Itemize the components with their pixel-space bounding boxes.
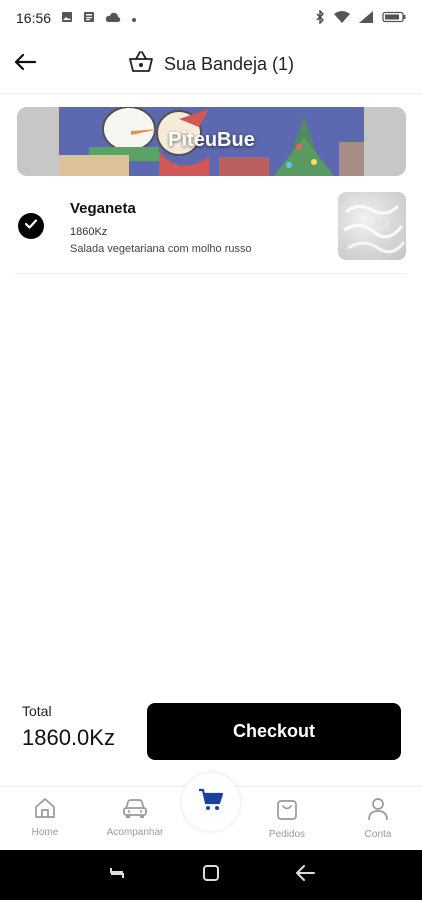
signal-icon xyxy=(359,10,373,26)
user-icon xyxy=(367,797,389,826)
item-checkbox[interactable] xyxy=(18,213,44,239)
basket-icon xyxy=(128,50,154,79)
nav-label-acompanhar: Acompanhar xyxy=(106,827,164,838)
wifi-icon xyxy=(334,10,350,26)
battery-icon xyxy=(382,10,406,26)
home-icon xyxy=(33,797,57,824)
cart-icon xyxy=(198,788,224,817)
restaurant-name: PiteuBue xyxy=(168,129,255,151)
header-title-group: Sua Bandeja (1) xyxy=(128,50,294,79)
arrow-left-icon xyxy=(14,53,37,76)
nav-label-conta: Conta xyxy=(364,829,392,840)
checkout-button[interactable]: Checkout xyxy=(147,703,401,760)
nav-item-conta[interactable]: Conta xyxy=(336,797,420,840)
nav-label-pedidos: Pedidos xyxy=(268,829,306,840)
home-system-button[interactable] xyxy=(196,860,226,890)
recents-button[interactable] xyxy=(102,860,132,890)
item-price: 1860Kz xyxy=(70,226,108,238)
cloud-icon xyxy=(105,10,121,26)
page-title: Sua Bandeja (1) xyxy=(163,54,295,74)
system-navigation-bar xyxy=(0,850,422,900)
total-value: 1860.0Kz xyxy=(22,725,115,750)
item-image xyxy=(338,192,406,260)
car-icon xyxy=(122,797,148,824)
back-arrow-icon xyxy=(295,864,315,887)
restaurant-banner[interactable]: PiteuBue xyxy=(17,107,406,176)
item-description: Salada vegetariana com molho russo xyxy=(70,243,252,255)
image-icon xyxy=(61,10,73,26)
back-button[interactable] xyxy=(10,49,40,79)
app-header: Sua Bandeja (1) xyxy=(0,36,422,94)
total-label: Total xyxy=(22,703,52,719)
status-time: 16:56 xyxy=(16,10,52,26)
recents-icon xyxy=(107,865,127,886)
dot-icon xyxy=(131,10,137,26)
check-icon xyxy=(24,217,38,235)
bluetooth-icon xyxy=(315,8,325,27)
nav-item-pedidos[interactable]: Pedidos xyxy=(245,797,329,840)
status-bar: 16:56 xyxy=(0,0,422,36)
bottom-navigation: Home Acompanhar Pedidos Conta xyxy=(0,773,422,850)
back-system-button[interactable] xyxy=(290,860,320,890)
nav-item-acompanhar[interactable]: Acompanhar xyxy=(93,797,177,838)
nav-item-cart[interactable] xyxy=(182,773,240,831)
shopping-bag-icon xyxy=(275,797,299,826)
nav-label-home: Home xyxy=(31,827,59,838)
news-icon xyxy=(83,10,95,26)
square-icon xyxy=(202,864,220,887)
cart-item[interactable]: Veganeta 1860Kz Salada vegetariana com m… xyxy=(15,192,407,274)
item-name: Veganeta xyxy=(70,200,136,217)
nav-item-home[interactable]: Home xyxy=(3,797,87,838)
